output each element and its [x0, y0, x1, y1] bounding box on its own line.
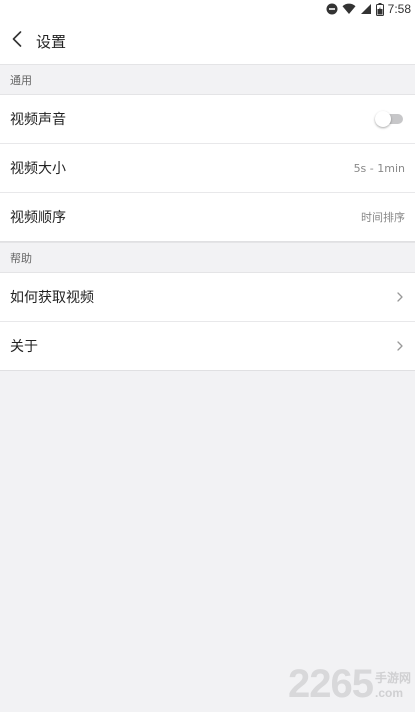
section-header-help: 帮助 [0, 242, 415, 273]
video-order-row[interactable]: 视频顺序 时间排序 [0, 193, 415, 242]
how-to-get-videos-row[interactable]: 如何获取视频 [0, 273, 415, 322]
battery-icon [375, 2, 384, 16]
video-sound-row[interactable]: 视频声音 [0, 95, 415, 144]
row-label: 视频大小 [10, 161, 66, 177]
section-header-general: 通用 [0, 64, 415, 95]
watermark-number: 2265 [288, 662, 374, 706]
video-sound-toggle[interactable] [375, 111, 405, 127]
row-label: 关于 [10, 339, 38, 355]
section-help: 如何获取视频 关于 [0, 273, 415, 371]
app-header: 设置 [0, 18, 415, 64]
watermark-suffix-com: .com [374, 686, 403, 700]
back-button[interactable] [2, 18, 32, 64]
wifi-icon [342, 3, 356, 15]
signal-icon [360, 3, 372, 15]
video-size-row[interactable]: 视频大小 5s - 1min [0, 144, 415, 193]
watermark-suffix-cn: 手游网 [374, 671, 411, 685]
row-label: 视频声音 [10, 112, 66, 128]
watermark-logo: 2265 手游网 .com [288, 664, 411, 704]
chevron-right-icon [395, 339, 405, 353]
section-general: 视频声音 视频大小 5s - 1min 视频顺序 时间排序 [0, 95, 415, 242]
video-size-value: 5s - 1min [353, 161, 405, 175]
watermark-suffix: 手游网 .com [375, 669, 411, 700]
video-order-value: 时间排序 [361, 211, 405, 224]
row-label: 如何获取视频 [10, 290, 94, 306]
chevron-right-icon [395, 290, 405, 304]
page-title: 设置 [36, 32, 67, 51]
row-label: 视频顺序 [10, 210, 66, 226]
toggle-knob [375, 111, 391, 127]
chevron-left-icon [12, 31, 22, 51]
dnd-icon [326, 3, 338, 15]
status-bar: 7:58 [0, 0, 415, 18]
about-row[interactable]: 关于 [0, 322, 415, 371]
status-time: 7:58 [387, 2, 411, 16]
